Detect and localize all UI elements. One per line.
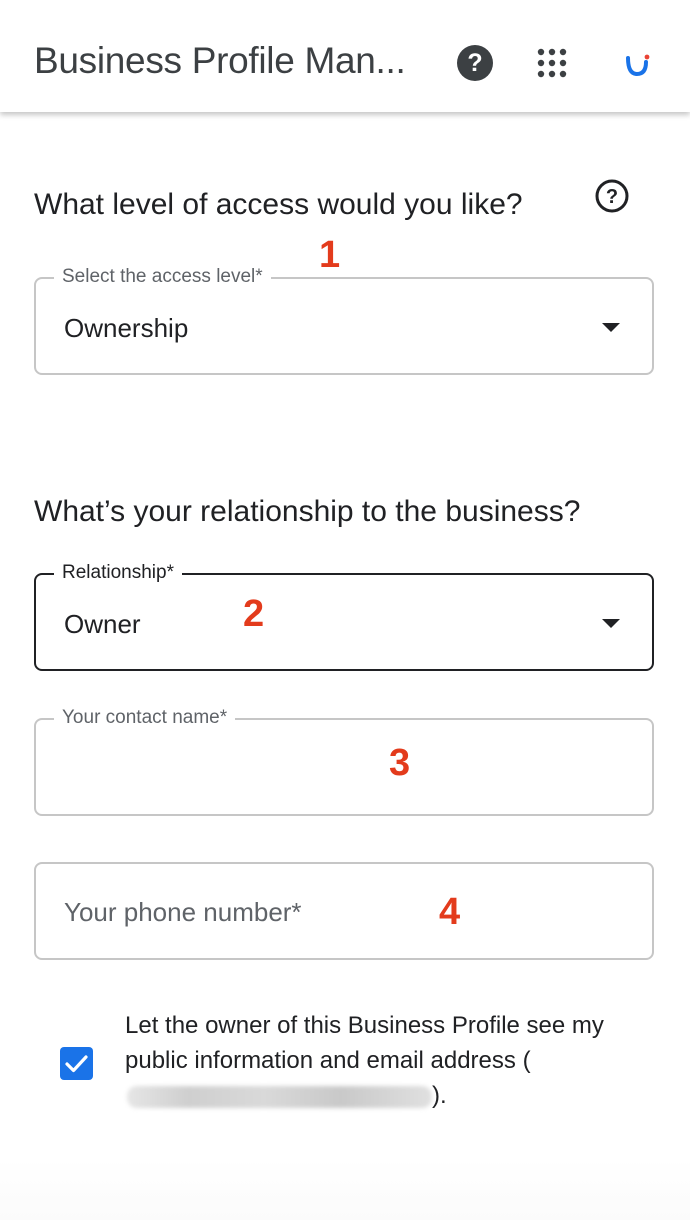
contact-name-label: Your contact name* [54,706,236,730]
access-level-select[interactable]: Select the access level* Ownership [34,265,654,375]
bottom-area [0,1158,690,1220]
phone-number-placeholder: Your phone number* [64,897,302,927]
annotation-1: 1 [319,234,341,276]
redacted-email [127,1085,432,1108]
consent-checkbox[interactable] [60,1047,93,1080]
consent-text-block: Let the owner of this Business Profile s… [125,1008,645,1113]
email-open-paren: ( [522,1047,531,1074]
help-icon[interactable]: ? [457,45,493,81]
contact-name-field[interactable]: Your contact name* [34,706,654,816]
help-outline-glyph: ? [606,186,618,208]
help-outline-icon[interactable]: ? [594,178,630,214]
annotation-2: 2 [243,593,265,635]
access-level-label: Select the access level* [54,265,271,289]
checkmark-icon [65,1055,88,1073]
app-bar: Business Profile Man... ? [0,0,690,112]
annotation-3: 3 [389,742,411,784]
account-avatar-icon[interactable] [620,48,654,82]
dropdown-arrow-icon [602,323,620,332]
apps-grid-icon[interactable] [536,47,568,79]
access-level-value: Ownership [64,313,189,343]
app-title: Business Profile Man... [34,40,406,81]
consent-text: Let the owner of this Business Profile s… [125,1012,604,1074]
help-glyph: ? [467,49,483,77]
page: Business Profile Man... ? What level of … [0,0,690,1220]
dropdown-arrow-icon [602,619,620,628]
relationship-heading: What’s your relationship to the business… [34,495,581,528]
relationship-label: Relationship* [54,561,182,585]
annotation-4: 4 [439,891,461,933]
relationship-select[interactable]: Relationship* Owner [34,561,654,671]
relationship-value: Owner [64,609,141,639]
email-close-paren: ). [432,1082,447,1109]
access-heading: What level of access would you like? [34,188,523,221]
phone-number-field[interactable]: Your phone number* [34,862,654,960]
